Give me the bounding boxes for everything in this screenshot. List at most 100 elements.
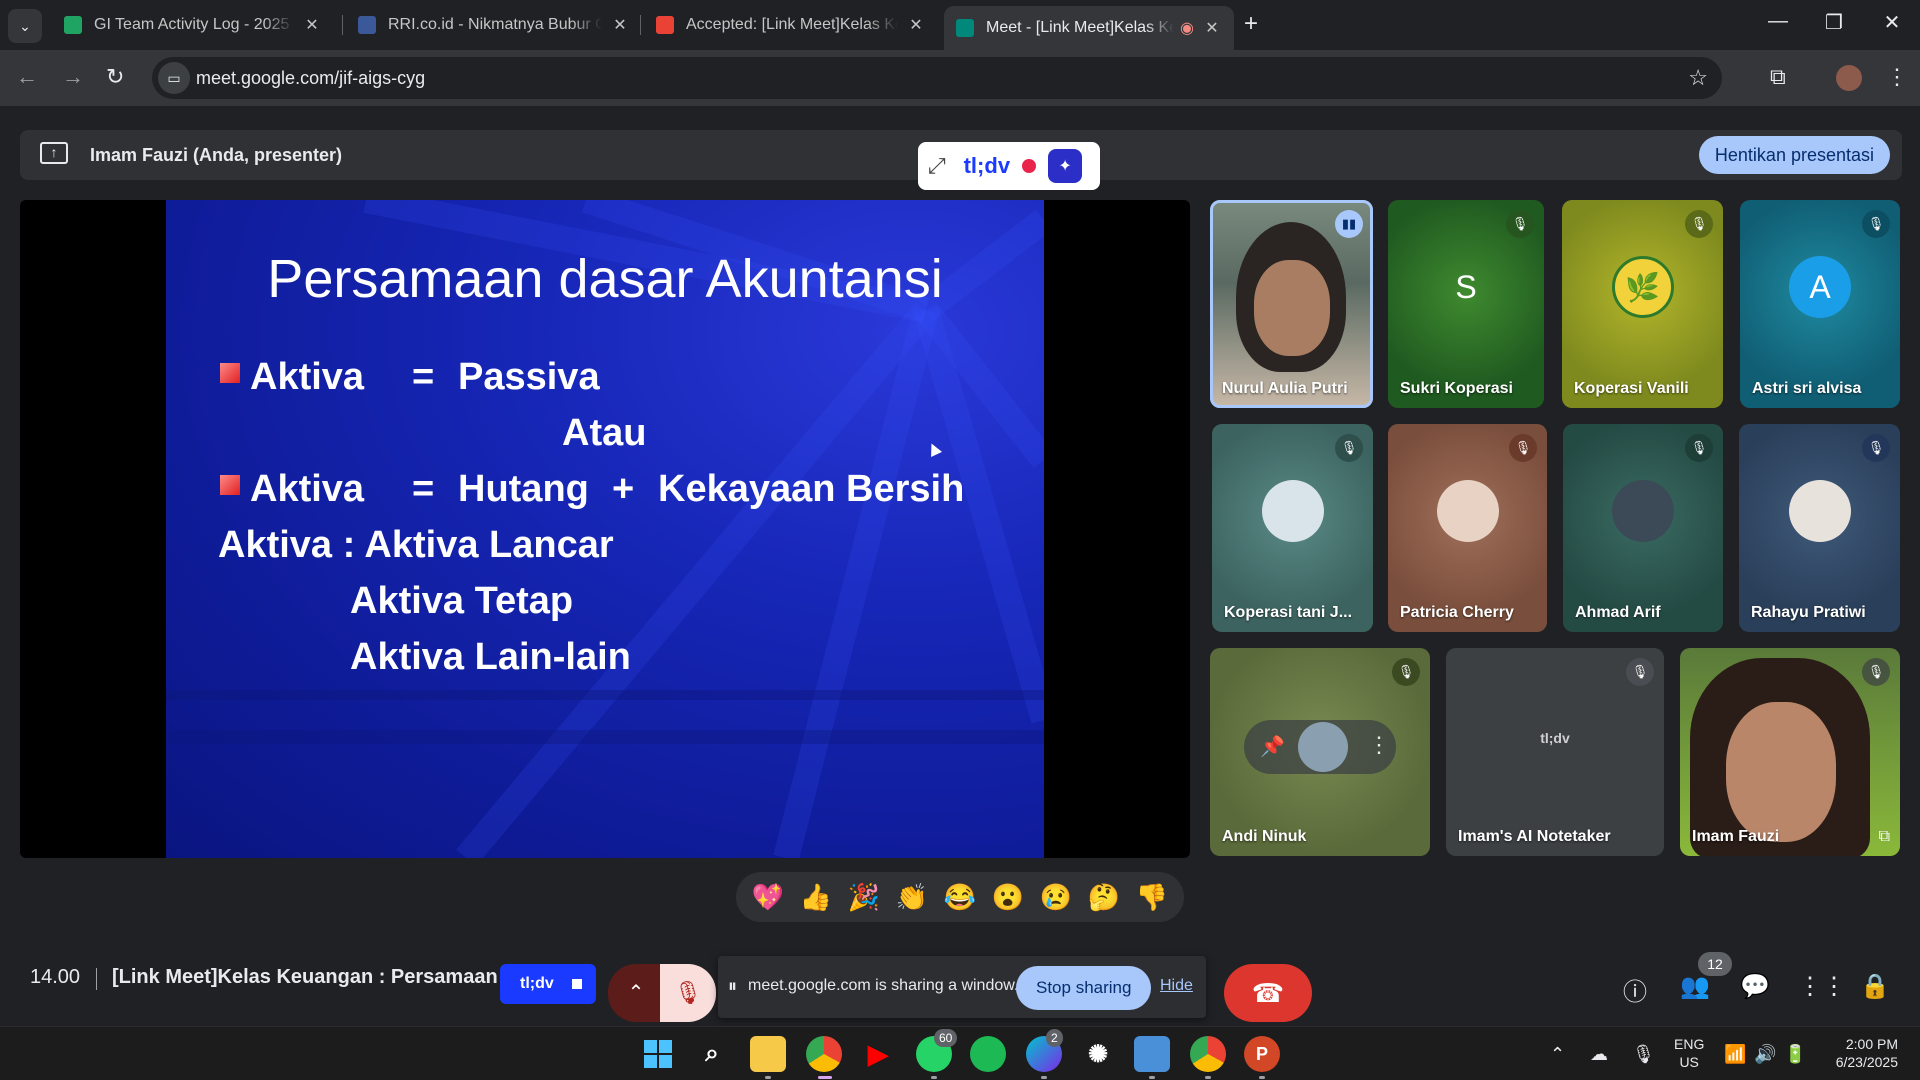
running-indicator	[1149, 1076, 1155, 1079]
close-window-icon[interactable]: ✕	[1872, 10, 1912, 35]
reaction-sad-icon[interactable]: 😢	[1040, 882, 1072, 913]
show-hidden-icons-icon[interactable]: ⌃	[1550, 1044, 1565, 1065]
volume-icon[interactable]: 🔊	[1754, 1044, 1776, 1065]
avatar	[1612, 480, 1674, 543]
participant-tile[interactable]: tl;dv 🎙 Imam's AI Notetaker	[1446, 648, 1664, 856]
meeting-info-icon[interactable]: ⓘ	[1618, 972, 1652, 1007]
reaction-thumbs-up-icon[interactable]: 👍	[800, 882, 832, 913]
site-info-icon[interactable]: ▭	[158, 62, 190, 94]
reaction-surprised-icon[interactable]: 😮	[992, 882, 1024, 913]
browser-tab-rri[interactable]: RRI.co.id - Nikmatnya Bubur Gatot ✕	[346, 6, 642, 44]
address-bar[interactable]: ▭ meet.google.com/jif-aigs-cyg ☆	[152, 57, 1722, 99]
sharing-notice-bar: ⏸ meet.google.com is sharing a window. S…	[718, 956, 1206, 1018]
windows-start-icon[interactable]	[640, 1036, 676, 1072]
input-language[interactable]: ENG US	[1674, 1035, 1704, 1071]
chat-icon[interactable]: 💬	[1738, 972, 1772, 1001]
vanilla-logo-icon: 🌿	[1625, 271, 1660, 303]
reaction-heart-icon[interactable]: 💖	[752, 882, 784, 913]
new-tab-icon[interactable]: +	[1244, 10, 1258, 38]
close-tab-icon[interactable]: ✕	[1202, 18, 1222, 38]
participant-name: Ahmad Arif	[1575, 604, 1661, 621]
avatar: 🌿	[1611, 256, 1674, 319]
reload-icon[interactable]: ↻	[106, 64, 124, 90]
onedrive-offline-icon[interactable]: ☁	[1590, 1044, 1608, 1065]
reaction-clap-icon[interactable]: 👏	[896, 882, 928, 913]
spotify-icon[interactable]	[970, 1036, 1006, 1072]
tldv-chip-label: tl;dv	[520, 975, 554, 992]
tldv-recording-chip[interactable]: tl;dv	[500, 964, 596, 1004]
battery-icon[interactable]: 🔋	[1784, 1044, 1806, 1065]
mic-off-icon: 🎙	[1685, 210, 1713, 238]
participant-tile[interactable]: ▮▮ Nurul Aulia Putri	[1210, 200, 1373, 408]
host-controls-icon[interactable]: 🔒	[1858, 972, 1892, 1001]
browser-tab-sheets[interactable]: GI Team Activity Log - 2025 - Google She…	[52, 6, 334, 44]
expand-icon[interactable]: ⤢	[928, 153, 946, 179]
tab-search-button[interactable]: ⌄	[8, 9, 42, 43]
close-tab-icon[interactable]: ✕	[302, 15, 322, 35]
search-icon[interactable]: ⌕	[694, 1036, 730, 1072]
participant-tile[interactable]: 🌿 🎙 Koperasi Vanili	[1562, 200, 1723, 408]
participant-tile[interactable]: 🎙 ⧉ Imam Fauzi	[1680, 648, 1900, 856]
microphone-toggle-button[interactable]: 🎙	[660, 964, 716, 1022]
powerpoint-icon[interactable]: P	[1244, 1036, 1280, 1072]
back-icon[interactable]: ←	[16, 64, 38, 90]
more-options-icon[interactable]: ⋮	[1368, 732, 1390, 758]
menu-kebab-icon[interactable]: ⋮	[1886, 64, 1908, 90]
running-indicator	[818, 1076, 832, 1079]
stop-sharing-button[interactable]: Stop sharing	[1016, 966, 1152, 1010]
participant-tile[interactable]: A 🎙 Astri sri alvisa	[1740, 200, 1900, 408]
chatgpt-icon[interactable]: ✺	[1080, 1036, 1116, 1072]
profile-avatar[interactable]	[1836, 65, 1862, 91]
pin-icon[interactable]: 📌	[1260, 734, 1285, 759]
bullet-icon	[220, 363, 240, 383]
participant-tile[interactable]: 🎙 Patricia Cherry	[1388, 424, 1547, 632]
stop-presenting-button[interactable]: Hentikan presentasi	[1698, 136, 1890, 174]
participant-tile[interactable]: 🎙 Koperasi tani J...	[1212, 424, 1373, 632]
taskbar-clock[interactable]: 2:00 PM 6/23/2025	[1822, 1035, 1898, 1071]
forward-icon[interactable]: →	[62, 64, 84, 90]
close-tab-icon[interactable]: ✕	[610, 15, 630, 35]
wifi-icon[interactable]: 📶	[1724, 1044, 1746, 1065]
participant-tile[interactable]: 📌 ⋮ 🎙 Andi Ninuk	[1210, 648, 1430, 856]
screen-share-icon: ⧉	[1878, 828, 1890, 845]
rri-favicon-icon	[358, 16, 376, 34]
hide-link[interactable]: Hide	[1160, 977, 1193, 995]
activities-grid-icon[interactable]: ⋮⋮	[1798, 972, 1846, 1001]
participant-name: Imam's AI Notetaker	[1458, 828, 1611, 845]
tldv-ai-button[interactable]: ✦	[1048, 149, 1083, 183]
bullet-icon	[220, 475, 240, 495]
reaction-laugh-icon[interactable]: 😂	[944, 882, 976, 913]
notepad-icon[interactable]	[1134, 1036, 1170, 1072]
tab-title: Accepted: [Link Meet]Kelas Keuangan	[686, 16, 898, 33]
browser-tab-gmail[interactable]: Accepted: [Link Meet]Kelas Keuangan ✕	[644, 6, 938, 44]
browser-tab-meet[interactable]: Meet - [Link Meet]Kelas Keuangan ◉ ✕	[944, 6, 1234, 50]
chrome-profile-icon[interactable]	[1190, 1036, 1226, 1072]
meet-favicon-icon	[956, 19, 974, 37]
minimize-icon[interactable]: —	[1758, 10, 1798, 33]
reaction-thumbs-down-icon[interactable]: 👎	[1136, 882, 1168, 913]
participant-name: Koperasi Vanili	[1574, 380, 1689, 397]
participant-name: Imam Fauzi	[1692, 828, 1780, 845]
youtube-icon[interactable]: ▶	[860, 1036, 896, 1072]
bookmark-star-icon[interactable]: ☆	[1688, 65, 1708, 91]
file-explorer-icon[interactable]	[750, 1036, 786, 1072]
participant-tile[interactable]: S 🎙 Sukri Koperasi	[1388, 200, 1544, 408]
restore-icon[interactable]: ❐	[1814, 10, 1854, 35]
reaction-party-icon[interactable]: 🎉	[848, 882, 880, 913]
presentation-slide: Persamaan dasar Akuntansi Aktiva = Passi…	[166, 200, 1044, 858]
leave-call-button[interactable]: ☎	[1224, 964, 1312, 1022]
extensions-icon[interactable]: ⧉	[1770, 64, 1786, 90]
people-icon[interactable]: 👥	[1678, 972, 1712, 1001]
slide-line-4: Aktiva : Aktiva Lancar	[218, 524, 614, 566]
reaction-thinking-icon[interactable]: 🤔	[1088, 882, 1120, 913]
presenter-label: Imam Fauzi (Anda, presenter)	[90, 145, 343, 165]
close-tab-icon[interactable]: ✕	[906, 15, 926, 35]
participant-tile[interactable]: 🎙 Rahayu Pratiwi	[1739, 424, 1900, 632]
sharing-notice-text: meet.google.com is sharing a window.	[748, 977, 1019, 994]
url-text[interactable]: meet.google.com/jif-aigs-cyg	[196, 68, 425, 89]
chrome-icon[interactable]	[806, 1036, 842, 1072]
audio-options-button[interactable]: ⌃	[608, 964, 664, 1022]
pause-icon: ⏸	[728, 976, 737, 996]
microphone-tray-icon[interactable]: 🎙	[1632, 1044, 1655, 1065]
participant-tile[interactable]: 🎙 Ahmad Arif	[1563, 424, 1723, 632]
